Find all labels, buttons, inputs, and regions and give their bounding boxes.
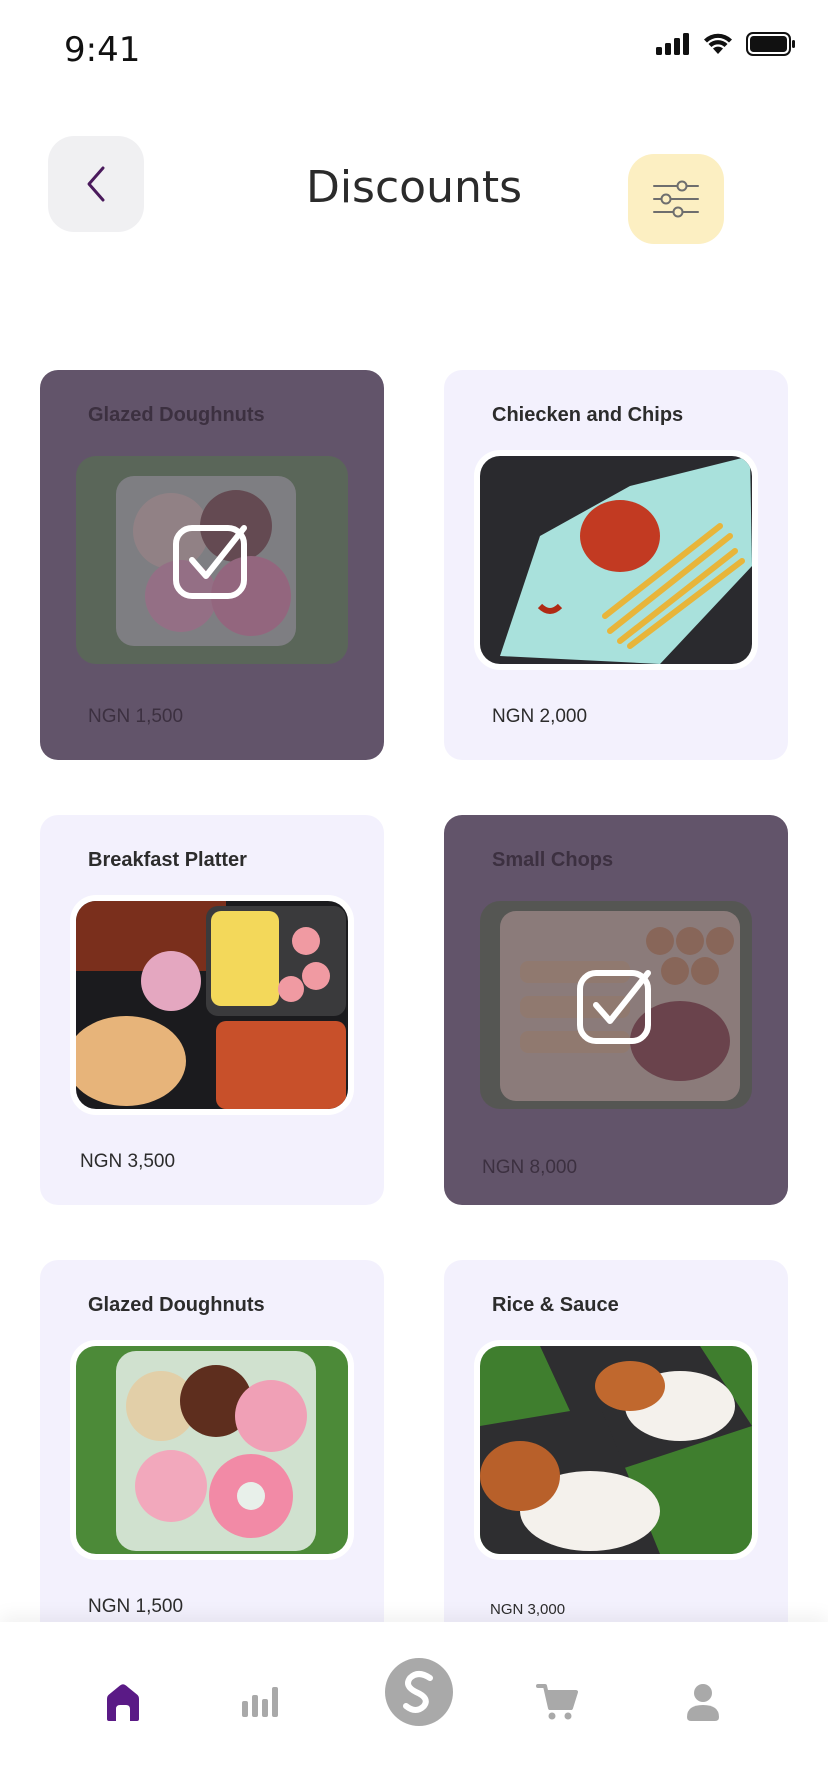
nav-cart[interactable]	[522, 1667, 592, 1737]
brand-s-icon	[403, 1671, 433, 1713]
product-image-frame	[70, 450, 354, 670]
product-price: NGN 1,500	[88, 1596, 184, 1617]
signal-icon	[656, 33, 689, 55]
product-price: NGN 2,000	[492, 706, 588, 727]
product-image	[76, 901, 348, 1109]
product-price: NGN 3,500	[80, 1151, 176, 1172]
product-price: NGN 8,000	[482, 1157, 578, 1178]
product-image-frame	[474, 895, 758, 1115]
product-name: Breakfast Platter	[88, 849, 247, 871]
sliders-icon	[653, 180, 699, 218]
profile-icon	[687, 1684, 719, 1721]
product-image-frame	[70, 895, 354, 1115]
nav-brand[interactable]	[385, 1658, 453, 1726]
product-card[interactable]: Glazed Doughnuts NGN 1,500	[40, 370, 384, 760]
nav-profile[interactable]	[668, 1667, 738, 1737]
product-price: NGN 1,500	[88, 706, 184, 727]
product-name: Glazed Doughnuts	[88, 404, 265, 426]
header: Discounts	[0, 120, 828, 260]
stats-icon	[242, 1687, 278, 1717]
status-time: 9:41	[64, 30, 141, 70]
home-icon	[107, 1684, 139, 1721]
product-image	[76, 1346, 348, 1554]
check-icon	[173, 525, 247, 599]
product-image-frame	[474, 1340, 758, 1560]
product-name: Glazed Doughnuts	[88, 1294, 265, 1316]
product-name: Chiecken and Chips	[492, 404, 684, 426]
product-image-frame	[70, 1340, 354, 1560]
product-name: Rice & Sauce	[492, 1294, 619, 1316]
status-bar: 9:41	[0, 0, 828, 100]
bottom-nav	[0, 1622, 828, 1792]
check-icon	[577, 970, 651, 1044]
product-card[interactable]: Glazed Doughnuts NGN 1,500	[40, 1260, 384, 1650]
nav-stats[interactable]	[225, 1667, 295, 1737]
product-card[interactable]: Rice & Sauce NGN 3,000	[444, 1260, 788, 1650]
product-card[interactable]: Small Chops NGN 8,000	[444, 815, 788, 1205]
nav-home[interactable]	[88, 1667, 158, 1737]
wifi-icon	[704, 33, 732, 54]
product-image	[480, 456, 752, 664]
product-image-frame	[474, 450, 758, 670]
cart-icon	[536, 1684, 578, 1720]
status-icons	[656, 32, 796, 56]
product-name: Small Chops	[492, 849, 614, 871]
product-price: NGN 3,000	[490, 1601, 566, 1618]
filter-button[interactable]	[628, 154, 724, 244]
battery-icon	[746, 32, 795, 56]
product-card[interactable]: Chiecken and Chips NGN 2,000	[444, 370, 788, 760]
product-image	[480, 1346, 752, 1554]
product-card[interactable]: Breakfast Platter NGN 3,500	[40, 815, 384, 1205]
